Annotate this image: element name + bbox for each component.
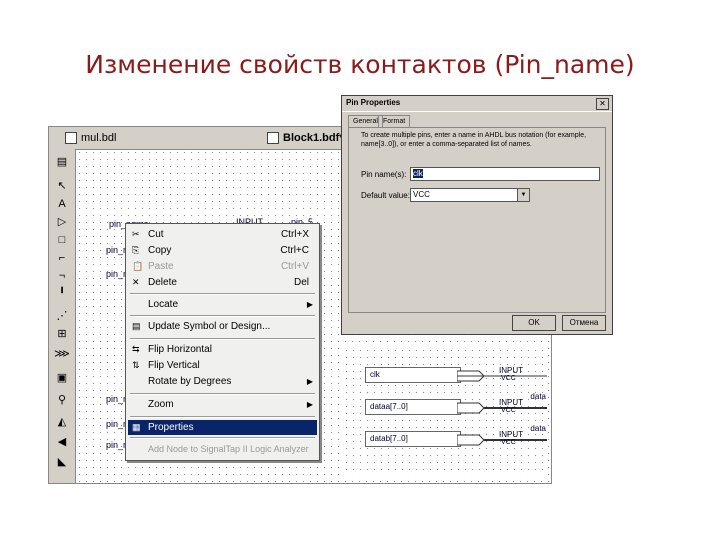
menu-separator: [130, 416, 315, 418]
menu-item-label: Zoom: [148, 399, 174, 410]
menu-item-label: Properties: [148, 422, 194, 433]
menu-separator: [130, 393, 315, 395]
dialog-title: Pin Properties: [346, 98, 401, 107]
full-screen-icon[interactable]: ▣: [53, 371, 71, 385]
menu-item-label: Cut: [148, 229, 164, 240]
net-label: data: [530, 424, 546, 433]
copy-icon: ⎘: [132, 245, 140, 255]
symbol-tool-icon[interactable]: ▷: [53, 215, 71, 229]
block-tool-icon[interactable]: □: [53, 233, 71, 247]
menu-item-update-symbol[interactable]: ▤ Update Symbol or Design...: [128, 319, 317, 334]
dialog-description: To create multiple pins, enter a name in…: [361, 132, 587, 148]
menu-item-cut[interactable]: ✂ Cut Ctrl+X: [128, 227, 317, 242]
zoom-tool-icon[interactable]: ⋙: [53, 347, 71, 361]
pin-type: INPUT: [499, 430, 523, 439]
partial-line-icon[interactable]: ⊞: [53, 327, 71, 341]
orthogonal-bus-icon[interactable]: ¬: [53, 269, 71, 283]
menu-item-label: Flip Horizontal: [148, 344, 212, 355]
document-icon: [65, 132, 77, 144]
pin-name-label: Pin name(s):: [361, 170, 407, 179]
tab-mul-bdl[interactable]: mul.bdl: [61, 130, 120, 146]
find-icon[interactable]: ⚲: [53, 393, 71, 407]
menu-item-label: Paste: [148, 261, 174, 272]
default-value-current: VCC: [413, 190, 430, 199]
default-value-select[interactable]: VCC ▼: [410, 188, 530, 202]
menu-shortcut: Ctrl+C: [280, 245, 309, 256]
net-label: data: [530, 392, 546, 401]
flip-horizontal-icon: ⇆: [132, 344, 140, 354]
text-tool-icon[interactable]: A: [53, 197, 71, 211]
menu-item-flip-horizontal[interactable]: ⇆ Flip Horizontal: [128, 342, 317, 357]
flip-vertical-icon: ⇅: [132, 360, 140, 370]
orthogonal-node-icon[interactable]: ⌐: [53, 251, 71, 265]
block-editor-toolbar: ▤ ↖ A ▷ □ ⌐ ¬ ╹ ⋰ ⊞ ⋙ ▣ ⚲ ◭ ◀ ◣: [49, 149, 76, 483]
submenu-arrow-icon: ▶: [306, 377, 313, 386]
menu-item-rotate[interactable]: Rotate by Degrees ▶: [128, 374, 317, 389]
menu-separator: [130, 338, 315, 340]
submenu-arrow-icon: ▶: [306, 400, 313, 409]
menu-item-label: Locate: [148, 299, 179, 310]
flip-horizontal-icon[interactable]: ◭: [53, 415, 71, 429]
menu-item-copy[interactable]: ⎘ Copy Ctrl+C: [128, 243, 317, 258]
paste-icon: 📋: [132, 261, 144, 271]
pin-name-value: clk: [413, 169, 423, 178]
pin-type: INPUT: [499, 366, 523, 375]
menu-item-label: Rotate by Degrees: [148, 376, 232, 387]
menu-separator: [130, 437, 315, 439]
cancel-button[interactable]: Отмена: [562, 315, 606, 331]
slide: Изменение свойств контактов (Pin_name) m…: [0, 0, 720, 540]
menu-shortcut: Ctrl+V: [280, 261, 309, 272]
menu-item-label: Flip Vertical: [148, 360, 200, 371]
menu-item-paste: 📋 Paste Ctrl+V: [128, 259, 317, 274]
menu-item-label: Update Symbol or Design...: [148, 321, 271, 332]
menu-shortcut: Del: [293, 277, 309, 288]
pin-name-box[interactable]: datab[7..0]: [365, 431, 461, 447]
schematic-icon: [267, 132, 279, 144]
menu-separator: [130, 293, 315, 295]
conduit-tool-icon[interactable]: ╹: [53, 287, 71, 301]
cut-icon: ✂: [132, 229, 140, 239]
pin-properties-dialog: Pin Properties ✕ General Format To creat…: [341, 95, 613, 335]
menu-item-zoom[interactable]: Zoom ▶: [128, 397, 317, 412]
menu-item-label: Delete: [148, 277, 177, 288]
menu-item-label: Add Node to SignalTap II Logic Analyzer: [148, 443, 309, 454]
flip-vertical-icon[interactable]: ◀: [53, 435, 71, 449]
menu-item-properties[interactable]: ▦ Properties: [128, 420, 317, 435]
close-icon[interactable]: ✕: [596, 98, 609, 110]
update-icon: ▤: [132, 321, 141, 331]
pin-name-box[interactable]: dataa[7..0]: [365, 399, 461, 415]
pin-symbols-area[interactable]: clk INPUT VCC dataa[7..0] INPUT VCC data…: [343, 347, 548, 475]
general-panel: To create multiple pins, enter a name in…: [348, 127, 606, 313]
tab-format[interactable]: Format: [378, 115, 411, 127]
menu-item-locate[interactable]: Locate ▶: [128, 297, 317, 312]
pin-vcc: VCC: [501, 439, 516, 446]
rubberbanding-icon[interactable]: ⋰: [53, 309, 71, 323]
ok-button[interactable]: OK: [512, 315, 556, 331]
slide-title: Изменение свойств контактов (Pin_name): [85, 50, 635, 79]
selection-tool-icon[interactable]: ↖: [53, 179, 71, 193]
pin-type: INPUT: [499, 398, 523, 407]
dialog-titlebar: Pin Properties ✕: [342, 96, 612, 112]
submenu-arrow-icon: ▶: [306, 300, 313, 309]
menu-shortcut: Ctrl+X: [280, 229, 309, 240]
float-icon[interactable]: ▤: [53, 155, 71, 169]
pin-vcc: VCC: [501, 407, 516, 414]
context-menu: ✂ Cut Ctrl+X ⎘ Copy Ctrl+C 📋 Paste Ctrl+…: [125, 223, 320, 461]
tab-block1-bdf[interactable]: Block1.bdf*: [263, 130, 348, 146]
menu-item-flip-vertical[interactable]: ⇅ Flip Vertical: [128, 358, 317, 373]
pin-name-field[interactable]: clk: [410, 167, 600, 181]
rotate-icon[interactable]: ◣: [53, 455, 71, 469]
menu-separator: [130, 315, 315, 317]
menu-item-add-to-signaltap: Add Node to SignalTap II Logic Analyzer: [128, 441, 317, 456]
default-value-label: Default value:: [361, 191, 410, 200]
pin-vcc: VCC: [501, 375, 516, 382]
menu-item-label: Copy: [148, 245, 172, 256]
chevron-down-icon[interactable]: ▼: [517, 189, 529, 201]
tab-label: Block1.bdf*: [283, 132, 344, 144]
delete-icon: ✕: [132, 277, 140, 287]
pin-name-box[interactable]: clk: [365, 367, 461, 383]
menu-item-delete[interactable]: ✕ Delete Del: [128, 275, 317, 290]
tab-label: mul.bdl: [81, 132, 117, 144]
properties-icon: ▦: [132, 422, 141, 432]
